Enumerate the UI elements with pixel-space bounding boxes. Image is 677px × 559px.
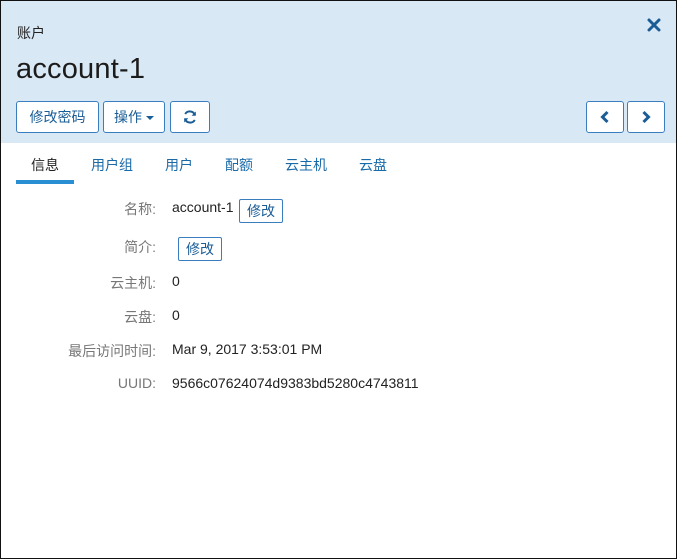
close-button[interactable] [644, 15, 664, 35]
refresh-button[interactable] [170, 101, 210, 133]
caret-down-icon [146, 116, 154, 120]
chevron-right-icon [642, 110, 651, 124]
vm-count-value: 0 [172, 273, 180, 289]
tab-bar: 信息 用户组 用户 配额 云主机 云盘 [1, 143, 676, 185]
operations-dropdown-button[interactable]: 操作 [103, 101, 165, 133]
tab-quota[interactable]: 配额 [225, 155, 253, 175]
tab-users[interactable]: 用户 [165, 155, 193, 175]
edit-name-button[interactable]: 修改 [239, 199, 283, 223]
volume-count-value: 0 [172, 307, 180, 323]
uuid-label: UUID: [117, 375, 156, 391]
uuid-value: 9566c07624074d9383bd5280c4743811 [172, 375, 419, 391]
chevron-left-icon [600, 110, 609, 124]
tab-vms[interactable]: 云主机 [285, 155, 327, 175]
account-detail-panel: 账户 account-1 修改密码 操作 信息 用户组 用户 配额 云主机 云盘… [0, 0, 677, 559]
edit-description-button[interactable]: 修改 [178, 237, 222, 261]
tab-volumes[interactable]: 云盘 [359, 155, 387, 175]
active-tab-indicator [16, 180, 74, 184]
last-access-label: 最后访问时间: [68, 343, 156, 359]
volume-count-label: 云盘: [124, 309, 156, 325]
change-password-button[interactable]: 修改密码 [16, 101, 99, 133]
last-access-value: Mar 9, 2017 3:53:01 PM [172, 341, 323, 357]
section-label: 账户 [17, 25, 45, 41]
tab-info[interactable]: 信息 [31, 155, 59, 175]
name-value: account-1 [172, 199, 234, 215]
page-title: account-1 [16, 53, 146, 85]
previous-button[interactable] [586, 101, 624, 133]
operations-label: 操作 [114, 109, 142, 125]
change-password-label: 修改密码 [29, 109, 86, 125]
name-label: 名称: [124, 201, 156, 217]
close-icon [647, 18, 661, 32]
panel-header: 账户 account-1 修改密码 操作 [1, 1, 676, 143]
refresh-icon [184, 110, 196, 124]
vm-count-label: 云主机: [110, 275, 156, 291]
tab-user-groups[interactable]: 用户组 [91, 155, 133, 175]
description-label: 简介: [124, 239, 156, 255]
next-button[interactable] [627, 101, 665, 133]
